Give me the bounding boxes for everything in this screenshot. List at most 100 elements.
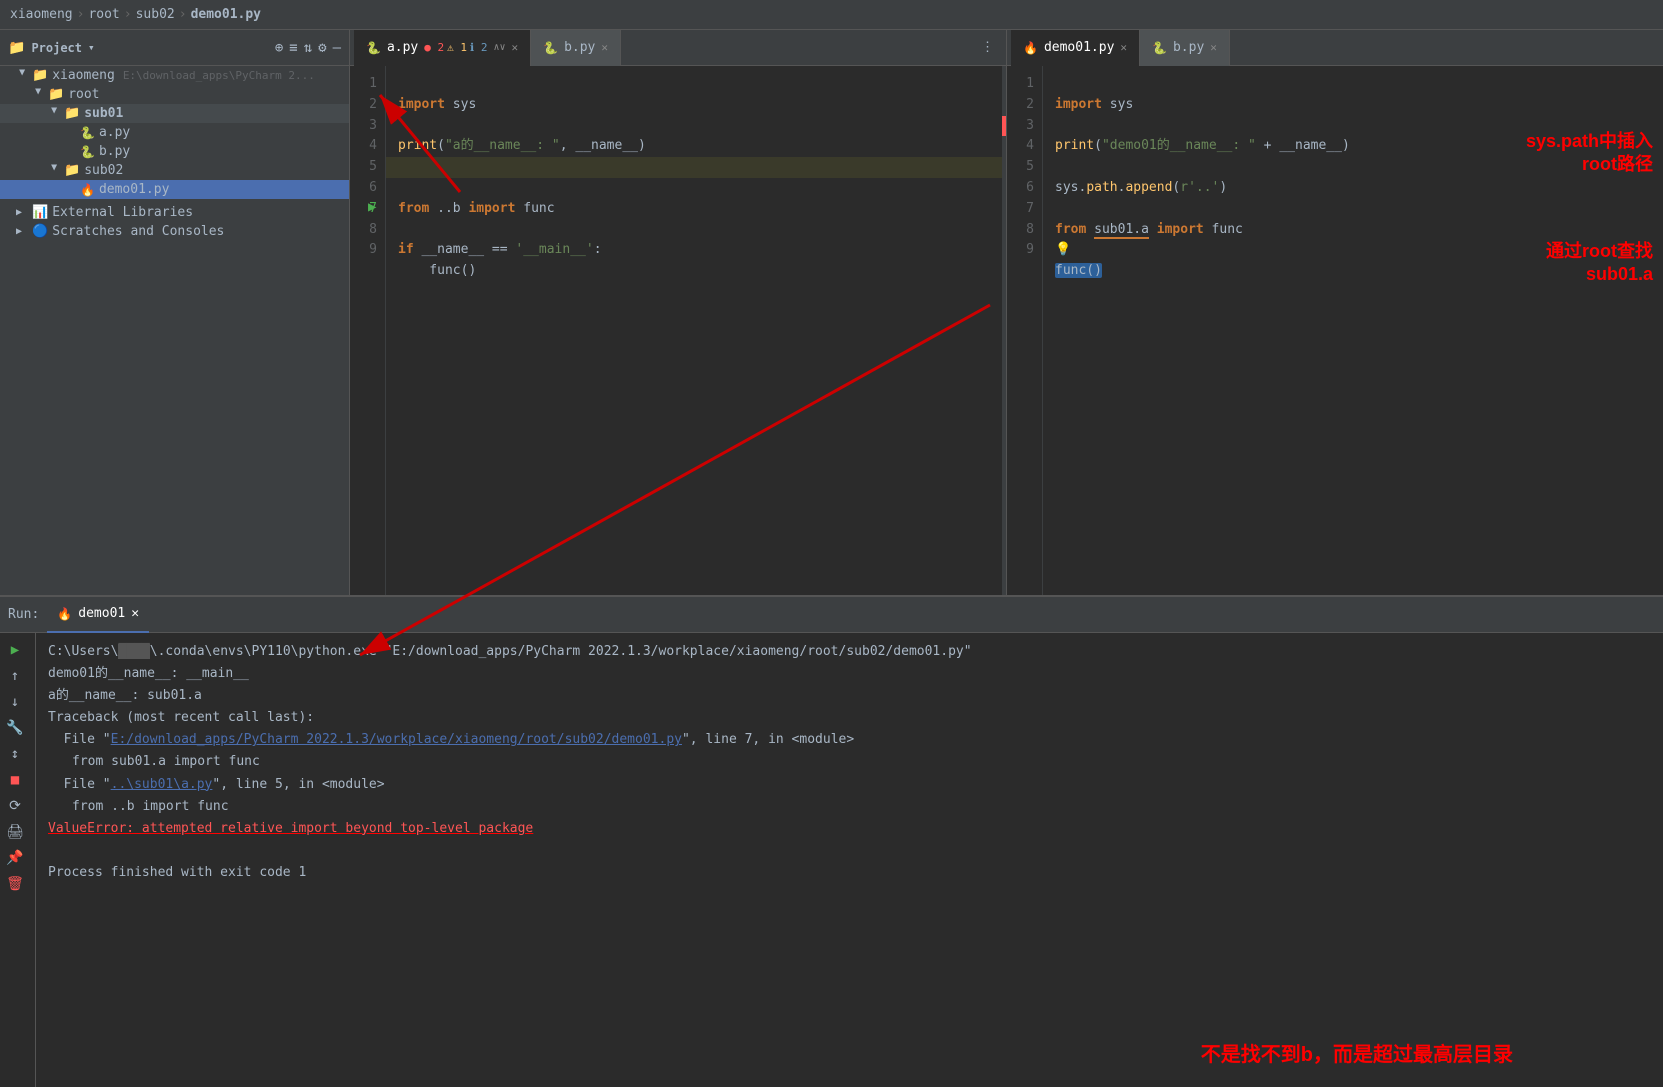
print-btn[interactable]: 🖨 [4, 821, 26, 843]
breadcrumb-current: demo01.py [191, 7, 261, 22]
breadcrumb-sub02: sub02 [136, 7, 175, 22]
run-label: Run: [8, 607, 39, 622]
close-demo01[interactable]: ✕ [1120, 41, 1127, 54]
gear-icon[interactable]: ⊕ [275, 40, 283, 56]
sidebar-item-sub01[interactable]: ▶ 📁 sub01 [0, 104, 349, 123]
sidebar-item-scratches[interactable]: ▶ 🔵 Scratches and Consoles [0, 222, 349, 241]
right-line-numbers: 1 2 3 4 5 6 7 8 9 [1007, 66, 1043, 595]
sidebar-item-a-py[interactable]: 🐍 a.py [0, 123, 349, 142]
console-section: ▶ ↑ ↓ 🔧 ↕ ■ ⟳ 🖨 📌 🗑 C:\Users\████\.conda… [0, 633, 1663, 1087]
breadcrumb-xiaomeng: xiaomeng [10, 7, 73, 22]
tab-demo01[interactable]: 🔥 demo01.py ✕ [1011, 30, 1140, 66]
console-traceback-code-1: from sub01.a import func [72, 751, 1651, 773]
breadcrumb-root: root [88, 7, 119, 22]
run-controls: ▶ ↑ ↓ 🔧 ↕ ■ ⟳ 🖨 📌 🗑 [0, 633, 36, 1087]
right-editor-pane: 🔥 demo01.py ✕ 🐍 b.py ✕ 1 2 [1007, 30, 1663, 595]
tab-a-py[interactable]: 🐍 a.py ● 2 ⚠ 1 ℹ 2 ∧∨ ✕ [354, 30, 531, 66]
right-code-content[interactable]: import sys print("demo01的__name__: " + _… [1043, 66, 1663, 595]
b-py-file-icon-left: 🐍 [543, 41, 558, 55]
left-tab-bar: 🐍 a.py ● 2 ⚠ 1 ℹ 2 ∧∨ ✕ 🐍 [350, 30, 1006, 66]
tab-b-py-label-left: b.py [564, 40, 595, 55]
minimize-icon[interactable]: — [333, 40, 341, 56]
sidebar-item-demo01[interactable]: 🔥 demo01.py [0, 180, 349, 199]
error-scroll-marker [1002, 116, 1006, 136]
sidebar: 📁 Project ▾ ⊕ ≡ ⇅ ⚙ — ▶ 📁 xiaomeng [0, 30, 350, 595]
sidebar-item-b-py[interactable]: 🐍 b.py [0, 142, 349, 161]
settings-run-btn[interactable]: 🔧 [4, 717, 26, 739]
traceback-link-2[interactable]: ..\sub01\a.py [111, 777, 213, 792]
info-count: ℹ 2 [470, 41, 487, 54]
run-tabs: Run: 🔥 demo01 ✕ [0, 597, 1663, 633]
demo01-file-icon: 🔥 [1023, 41, 1038, 55]
demo01-icon: 🔥 [80, 183, 95, 197]
a-py-file-icon: 🐍 [366, 41, 381, 55]
left-code-wrapper: ▶ import sys print("a的__name__: ", __nam… [386, 66, 1006, 595]
sidebar-item-root[interactable]: ▶ 📁 root [0, 85, 349, 104]
root-label: root [68, 87, 99, 102]
sidebar-item-ext-libs[interactable]: ▶ 📊 External Libraries [0, 203, 349, 222]
main-container: 📁 Project ▾ ⊕ ≡ ⇅ ⚙ — ▶ 📁 xiaomeng [0, 30, 1663, 1087]
scroll-up-button[interactable]: ↑ [4, 665, 26, 687]
run-tab-label: demo01 [78, 606, 125, 621]
scroll-down-button[interactable]: ↓ [4, 691, 26, 713]
error-count: ● 2 [424, 41, 444, 54]
run-tab-demo01[interactable]: 🔥 demo01 ✕ [47, 597, 149, 633]
editor-area: 🐍 a.py ● 2 ⚠ 1 ℹ 2 ∧∨ ✕ 🐍 [350, 30, 1663, 595]
tab-b-py-left[interactable]: 🐍 b.py ✕ [531, 30, 621, 66]
expand-arrow-root: ▶ [33, 89, 44, 101]
warn-count: ⚠ 1 [447, 41, 467, 54]
expand-arrow-ext: ▶ [16, 207, 28, 218]
sub01-folder-icon: 📁 [64, 106, 80, 121]
sidebar-item-xiaomeng[interactable]: ▶ 📁 xiaomeng E:\download_apps\PyCharm 2.… [0, 66, 349, 85]
clear-btn[interactable]: 🗑 [4, 873, 26, 895]
folder-icon: 📁 [32, 68, 48, 83]
sort-icon[interactable]: ⇅ [304, 40, 312, 56]
tab-b-py-right[interactable]: 🐍 b.py ✕ [1140, 30, 1230, 66]
sidebar-item-sub02[interactable]: ▶ 📁 sub02 [0, 161, 349, 180]
console-cmd-line: C:\Users\████\.conda\envs\PY110\python.e… [48, 641, 1651, 663]
a-py-icon: 🐍 [80, 126, 95, 140]
root-folder-icon: 📁 [48, 87, 64, 102]
stop-button[interactable]: ■ [4, 769, 26, 791]
run-indicator: ▶ [368, 199, 376, 215]
run-tab-icon: 🔥 [57, 607, 72, 621]
console-blank [48, 840, 1651, 862]
sub01-label: sub01 [84, 106, 123, 121]
redirect-btn[interactable]: ↕ [4, 743, 26, 765]
bottom-panel: Run: 🔥 demo01 ✕ ▶ ↑ ↓ 🔧 ↕ ■ ⟳ 🖨 📌 🗑 [0, 595, 1663, 1087]
close-run-tab[interactable]: ✕ [131, 606, 139, 621]
right-code-area[interactable]: 1 2 3 4 5 6 7 8 9 import sys print("demo… [1007, 66, 1663, 595]
project-dropdown[interactable]: ▾ [88, 41, 95, 54]
ext-libs-label: External Libraries [52, 205, 193, 220]
left-code-area[interactable]: 1 2 3 4 5 6 7 8 9 ▶ [350, 66, 1006, 595]
settings-icon[interactable]: ⚙ [318, 40, 326, 56]
rerun-btn[interactable]: ⟳ [4, 795, 26, 817]
left-editor-pane: 🐍 a.py ● 2 ⚠ 1 ℹ 2 ∧∨ ✕ 🐍 [350, 30, 1007, 595]
scrollbar-gutter [1002, 66, 1006, 595]
pin-btn[interactable]: 📌 [4, 847, 26, 869]
ext-libs-icon: 📊 [32, 205, 48, 220]
run-button[interactable]: ▶ [4, 639, 26, 661]
sidebar-toolbar: ⊕ ≡ ⇅ ⚙ — [275, 40, 341, 56]
console-exit: Process finished with exit code 1 [48, 862, 1651, 884]
left-code-content[interactable]: import sys print("a的__name__: ", __name_… [386, 66, 1006, 332]
traceback-link-1[interactable]: E:/download_apps/PyCharm 2022.1.3/workpl… [111, 732, 682, 747]
sidebar-tree: ▶ 📁 xiaomeng E:\download_apps\PyCharm 2.… [0, 66, 349, 595]
console-error-line: ValueError: attempted relative import be… [48, 818, 1651, 840]
b-py-label: b.py [99, 144, 130, 159]
tab-b-py-label-right: b.py [1173, 40, 1204, 55]
console-out-2: a的__name__: sub01.a [48, 685, 1651, 707]
right-tab-bar: 🔥 demo01.py ✕ 🐍 b.py ✕ [1007, 30, 1663, 66]
tab-a-py-label: a.py [387, 40, 418, 55]
console-traceback-header: Traceback (most recent call last): [48, 707, 1651, 729]
close-b-py-left[interactable]: ✕ [601, 41, 608, 54]
close-a-py[interactable]: ✕ [512, 41, 519, 54]
b-py-icon: 🐍 [80, 145, 95, 159]
expand-arrow: ▶ [17, 70, 28, 82]
project-name: xiaomeng [52, 68, 115, 83]
close-b-py-right[interactable]: ✕ [1210, 41, 1217, 54]
scratches-icon: 🔵 [32, 224, 48, 239]
tab-more-left[interactable]: ⋮ [973, 40, 1002, 55]
collapse-icon[interactable]: ≡ [289, 40, 297, 56]
tab-error-badges: ● 2 ⚠ 1 ℹ 2 [424, 41, 487, 54]
